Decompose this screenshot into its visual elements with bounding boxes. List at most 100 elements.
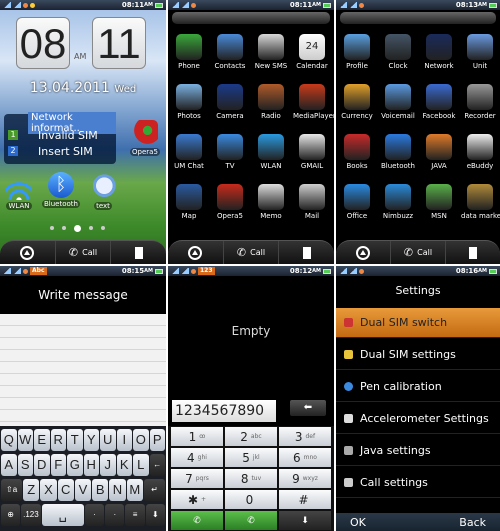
app-facebook[interactable]: Facebook xyxy=(420,84,458,120)
call-button[interactable]: ✆ Call xyxy=(390,241,445,264)
key-␣[interactable]: ␣ xyxy=(41,504,84,526)
page-dot[interactable] xyxy=(89,226,93,230)
key-B[interactable]: B xyxy=(92,479,109,501)
dial-key-8[interactable]: 8 tuv xyxy=(225,469,277,488)
app-camera[interactable]: Camera xyxy=(211,84,249,120)
dial-key-9[interactable]: 9 wxyz xyxy=(279,469,331,488)
app-gmail[interactable]: GMAIL xyxy=(293,134,331,170)
app-books[interactable]: Books xyxy=(338,134,376,170)
key-S[interactable]: S xyxy=(17,454,33,476)
settings-item[interactable]: Call settings xyxy=(336,468,500,498)
page-dot[interactable] xyxy=(62,226,66,230)
backspace-button[interactable]: ⬅ xyxy=(290,400,326,416)
hide-keypad-button[interactable]: ⬇ xyxy=(279,511,331,530)
ok-button[interactable]: OK xyxy=(350,516,366,529)
key-W[interactable]: W xyxy=(17,429,33,451)
dial-key-7[interactable]: 7 pqrs xyxy=(171,469,223,488)
app-radio[interactable]: Radio xyxy=(252,84,290,120)
call-button[interactable]: ✆ Call xyxy=(222,241,279,264)
app-msn[interactable]: MSN xyxy=(420,184,458,220)
app-bluetooth[interactable]: Bluetooth xyxy=(379,134,417,170)
key-L[interactable]: L xyxy=(133,454,149,476)
dialed-number-field[interactable]: 1234567890 xyxy=(172,400,276,422)
contacts-button[interactable] xyxy=(445,241,500,264)
app-profile[interactable]: Profile xyxy=(338,34,376,70)
message-textarea[interactable] xyxy=(0,314,166,426)
key-I[interactable]: I xyxy=(116,429,132,451)
dial-key-5[interactable]: 5 jkl xyxy=(225,448,277,467)
app-recorder[interactable]: Recorder xyxy=(461,84,499,120)
sim-row[interactable]: 1 Invalid SIM xyxy=(8,128,112,142)
key-P[interactable]: P xyxy=(149,429,165,451)
back-button[interactable]: Back xyxy=(459,516,486,529)
app-unit[interactable]: Unit xyxy=(461,34,499,70)
contacts-button[interactable] xyxy=(110,241,166,264)
app-tv[interactable]: TV xyxy=(211,134,249,170)
key-C[interactable]: C xyxy=(57,479,74,501)
sim-row[interactable]: 2 Insert SIM xyxy=(8,144,112,158)
app-mail[interactable]: Mail xyxy=(293,184,331,220)
settings-item[interactable]: Dual SIM switch xyxy=(336,308,500,338)
sim2-call-button[interactable]: ✆ xyxy=(225,511,277,530)
main-menu-button[interactable] xyxy=(336,241,390,264)
app-voicemail[interactable]: Voicemail xyxy=(379,84,417,120)
contacts-button[interactable] xyxy=(278,241,334,264)
dial-key-1[interactable]: 1ꝏ xyxy=(171,427,223,446)
key-⇧a[interactable]: ⇧a xyxy=(1,479,23,501)
key-←[interactable]: ← xyxy=(149,454,165,476)
app-currency[interactable]: Currency xyxy=(338,84,376,120)
dial-key-0[interactable]: 0 xyxy=(225,490,277,509)
key-·[interactable]: · xyxy=(105,504,125,526)
dial-key-✱[interactable]: ✱ + xyxy=(171,490,223,509)
call-button[interactable]: ✆ Call xyxy=(54,241,111,264)
key-F[interactable]: F xyxy=(50,454,66,476)
key-D[interactable]: D xyxy=(34,454,50,476)
dial-key-2[interactable]: 2 abc xyxy=(225,427,277,446)
app-new-sms[interactable]: New SMS xyxy=(252,34,290,70)
dial-key-4[interactable]: 4 ghi xyxy=(171,448,223,467)
settings-item[interactable]: Dual SIM settings xyxy=(336,340,500,370)
app-data-marker[interactable]: data marker xyxy=(461,184,500,220)
key-.123[interactable]: .123 xyxy=(21,504,41,526)
app-clock[interactable]: Clock xyxy=(379,34,417,70)
page-dot[interactable] xyxy=(50,226,54,230)
key-Q[interactable]: Q xyxy=(1,429,17,451)
app-bluetooth[interactable]: ᛒ Bluetooth xyxy=(42,172,80,208)
key-E[interactable]: E xyxy=(34,429,50,451)
app-photos[interactable]: Photos xyxy=(170,84,208,120)
app-um-chat[interactable]: UM Chat xyxy=(170,134,208,170)
app-text[interactable]: text xyxy=(84,174,122,210)
key-K[interactable]: K xyxy=(116,454,132,476)
dial-key-3[interactable]: 3 def xyxy=(279,427,331,446)
settings-item[interactable]: Accelerometer Settings xyxy=(336,404,500,434)
page-dot-active[interactable] xyxy=(74,225,81,232)
dial-key-6[interactable]: 6 mno xyxy=(279,448,331,467)
app-wlan[interactable]: WLAN xyxy=(0,174,38,210)
app-contacts[interactable]: Contacts xyxy=(211,34,249,70)
key-⊕[interactable]: ⊕ xyxy=(1,504,21,526)
key-Z[interactable]: Z xyxy=(23,479,40,501)
app-calendar[interactable]: 24 Calendar xyxy=(293,34,331,70)
key-U[interactable]: U xyxy=(100,429,116,451)
app-opera5[interactable]: Opera5 xyxy=(126,120,164,156)
key-M[interactable]: M xyxy=(126,479,143,501)
key-X[interactable]: X xyxy=(40,479,57,501)
app-network[interactable]: Network xyxy=(420,34,458,70)
app-mediaplayer[interactable]: MediaPlayer xyxy=(293,84,334,120)
key-≡[interactable]: ≡ xyxy=(125,504,145,526)
key-Y[interactable]: Y xyxy=(83,429,99,451)
key-T[interactable]: T xyxy=(67,429,83,451)
app-wlan[interactable]: WLAN xyxy=(252,134,290,170)
page-dot[interactable] xyxy=(101,226,105,230)
key-G[interactable]: G xyxy=(67,454,83,476)
app-memo[interactable]: Memo xyxy=(252,184,290,220)
dial-key-#[interactable]: # xyxy=(279,490,331,509)
main-menu-button[interactable] xyxy=(0,241,55,264)
app-phone[interactable]: Phone xyxy=(170,34,208,70)
main-menu-button[interactable] xyxy=(168,241,223,264)
network-info-widget[interactable]: Network informat.. 1 Invalid SIM 2 Insert … xyxy=(4,112,116,164)
key-J[interactable]: J xyxy=(100,454,116,476)
key-V[interactable]: V xyxy=(74,479,92,501)
settings-item[interactable]: Java settings xyxy=(336,436,500,466)
key-O[interactable]: O xyxy=(133,429,149,451)
